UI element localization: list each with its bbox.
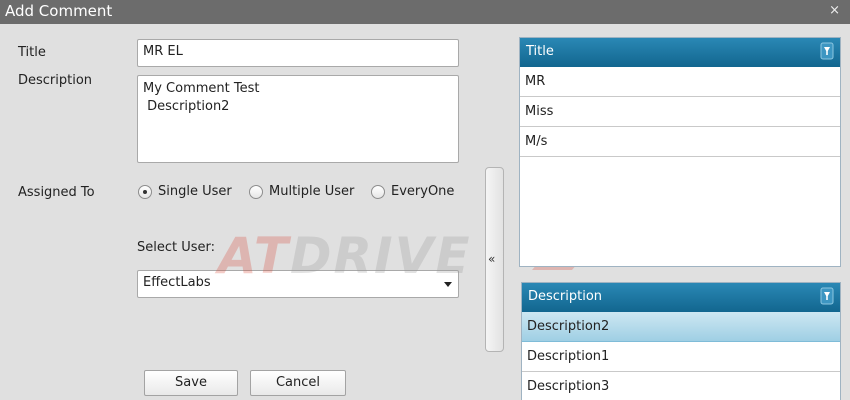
description-grid-row[interactable]: Description2 bbox=[522, 312, 840, 342]
description-grid: Description Description2 Description1 De… bbox=[521, 282, 841, 400]
radio-dot-icon bbox=[138, 184, 152, 199]
select-user-value: EffectLabs bbox=[143, 275, 211, 290]
description-label: Description bbox=[18, 73, 93, 88]
panel-splitter[interactable]: « bbox=[485, 167, 504, 352]
radio-dot-icon bbox=[249, 184, 263, 199]
collapse-arrow-icon[interactable]: « bbox=[488, 252, 496, 266]
assigned-to-label: Assigned To bbox=[18, 185, 95, 200]
description-grid-row[interactable]: Description1 bbox=[522, 342, 840, 372]
title-grid: Title MR Miss M/s bbox=[519, 37, 841, 267]
title-grid-row[interactable]: M/s bbox=[520, 127, 840, 157]
chevron-down-icon bbox=[444, 282, 452, 287]
filter-icon[interactable] bbox=[820, 287, 834, 305]
select-user-dropdown[interactable]: EffectLabs bbox=[137, 270, 459, 298]
description-grid-header-label: Description bbox=[528, 289, 603, 304]
description-textarea[interactable]: My Comment Test Description2 bbox=[137, 75, 459, 163]
radio-dot-icon bbox=[371, 184, 385, 199]
title-grid-row[interactable]: MR bbox=[520, 67, 840, 97]
window-title: Add Comment bbox=[5, 2, 113, 20]
radio-everyone[interactable]: EveryOne bbox=[371, 184, 454, 199]
filter-icon[interactable] bbox=[820, 42, 834, 60]
cancel-button[interactable]: Cancel bbox=[250, 370, 346, 396]
radio-multiple-user[interactable]: Multiple User bbox=[249, 184, 354, 199]
window-titlebar: Add Comment × bbox=[0, 0, 850, 24]
close-icon[interactable]: × bbox=[829, 3, 840, 18]
description-grid-header: Description bbox=[522, 283, 840, 312]
radio-label: Multiple User bbox=[269, 184, 355, 199]
save-button[interactable]: Save bbox=[144, 370, 238, 396]
select-user-label: Select User: bbox=[137, 240, 216, 255]
title-input[interactable]: MR EL bbox=[137, 39, 459, 67]
description-grid-row[interactable]: Description3 bbox=[522, 372, 840, 400]
title-grid-header: Title bbox=[520, 38, 840, 67]
title-grid-row[interactable]: Miss bbox=[520, 97, 840, 127]
radio-single-user[interactable]: Single User bbox=[138, 184, 232, 199]
title-grid-header-label: Title bbox=[526, 44, 554, 59]
radio-label: Single User bbox=[158, 184, 232, 199]
title-label: Title bbox=[18, 45, 46, 60]
radio-label: EveryOne bbox=[391, 184, 455, 199]
